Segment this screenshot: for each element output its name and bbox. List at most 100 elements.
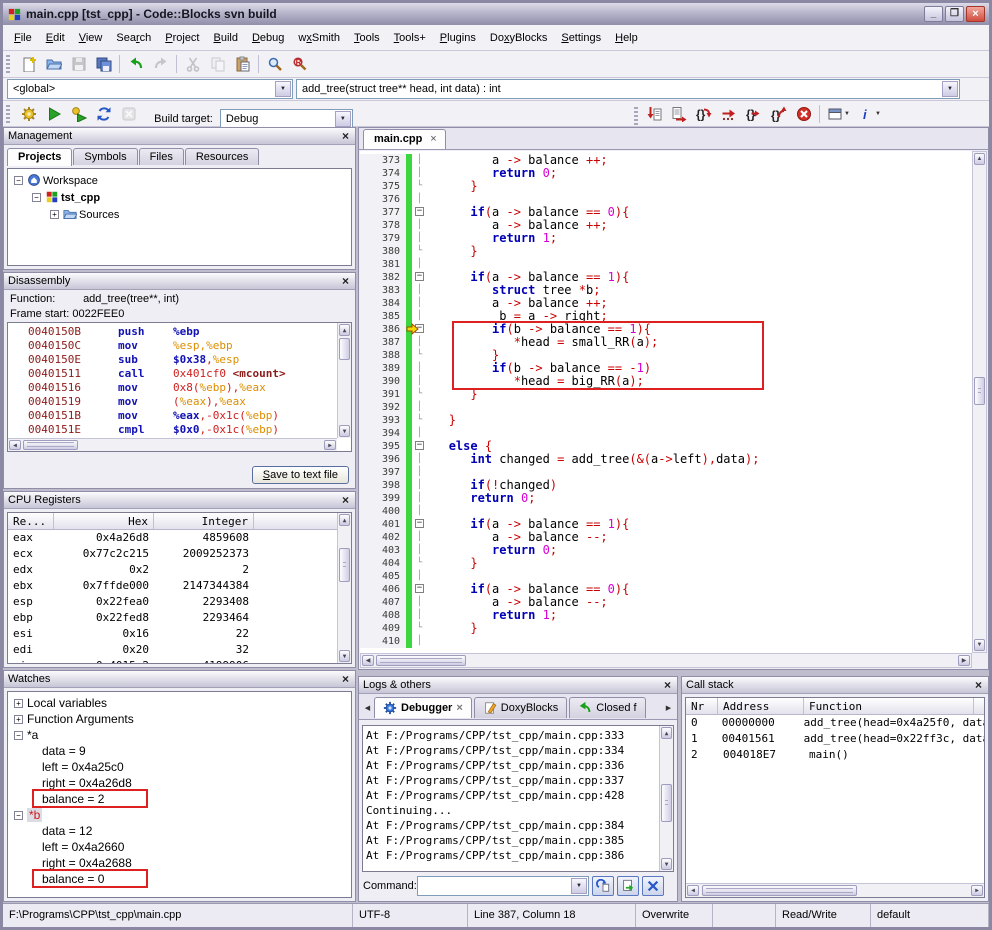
copy-button[interactable] bbox=[205, 53, 230, 76]
log-tab-doxyblocks[interactable]: DoxyBlocks bbox=[474, 697, 567, 718]
collapse-icon[interactable]: − bbox=[14, 731, 23, 740]
line-number[interactable]: 400 bbox=[360, 505, 406, 518]
menu-item-edit[interactable]: Edit bbox=[39, 29, 72, 47]
cpu-registers-vscrollbar[interactable]: ▲ ▼ bbox=[337, 513, 351, 663]
fold-margin[interactable]: − bbox=[412, 206, 427, 219]
build-target-combobox[interactable]: Debug ▼ bbox=[220, 109, 353, 129]
open-button[interactable] bbox=[41, 53, 66, 76]
watch-item-data[interactable]: data = 12 bbox=[8, 823, 351, 839]
fold-margin[interactable]: │ bbox=[412, 505, 427, 518]
fold-margin[interactable]: │ bbox=[412, 427, 427, 440]
line-number[interactable]: 392 bbox=[360, 401, 406, 414]
watch-item-Function[interactable]: +Function Arguments bbox=[8, 711, 351, 727]
register-row[interactable]: ebp0x22fed82293464 bbox=[8, 610, 351, 626]
menu-item-debug[interactable]: Debug bbox=[245, 29, 291, 47]
expand-icon[interactable]: + bbox=[50, 210, 59, 219]
expand-icon[interactable]: + bbox=[14, 699, 23, 708]
call-stack-column-address[interactable]: Address bbox=[718, 698, 804, 714]
menu-item-plugins[interactable]: Plugins bbox=[433, 29, 483, 47]
tree-item-sources[interactable]: +Sources bbox=[8, 206, 351, 223]
line-number[interactable]: 407 bbox=[360, 596, 406, 609]
call-stack-table[interactable]: NrAddressFunction 000000000add_tree(head… bbox=[685, 697, 985, 898]
watch-item-data[interactable]: data = 9 bbox=[8, 743, 351, 759]
tab-resources[interactable]: Resources bbox=[185, 148, 260, 165]
line-number[interactable]: 404 bbox=[360, 557, 406, 570]
line-number[interactable]: 381 bbox=[360, 258, 406, 271]
close-tab-icon[interactable]: × bbox=[456, 702, 462, 714]
project-tree[interactable]: −Workspace−tst_cpp+Sources bbox=[7, 168, 352, 266]
function-combobox[interactable]: add_tree(struct tree** head, int data) :… bbox=[296, 79, 960, 99]
close-panel-icon[interactable]: × bbox=[340, 494, 351, 506]
register-row[interactable]: esp0x22fea02293408 bbox=[8, 594, 351, 610]
fold-margin[interactable]: │ bbox=[412, 466, 427, 479]
debugging-windows-button[interactable]: ▼ bbox=[823, 102, 854, 125]
collapse-icon[interactable]: − bbox=[14, 811, 23, 820]
fold-margin[interactable]: │ bbox=[412, 310, 427, 323]
tab-symbols[interactable]: Symbols bbox=[73, 148, 137, 165]
save-all-button[interactable] bbox=[91, 53, 116, 76]
line-number[interactable]: 382 bbox=[360, 271, 406, 284]
replace-button[interactable]: R bbox=[287, 53, 312, 76]
fold-margin[interactable]: − bbox=[412, 583, 427, 596]
menu-item-tools[interactable]: Tools bbox=[347, 29, 387, 47]
watches-tree[interactable]: +Local variables+Function Arguments−*ada… bbox=[7, 691, 352, 898]
next-instruction-button[interactable] bbox=[716, 102, 741, 125]
fold-margin[interactable]: │ bbox=[412, 219, 427, 232]
fold-margin[interactable]: │ bbox=[412, 596, 427, 609]
fold-margin[interactable]: └ bbox=[412, 349, 427, 362]
toolbar-gripper[interactable] bbox=[634, 107, 638, 125]
disassembly-listing[interactable]: 0040150Bpush%ebp0040150Cmov%esp,%ebp0040… bbox=[7, 322, 352, 452]
fold-margin[interactable]: │ bbox=[412, 297, 427, 310]
line-number[interactable]: 380 bbox=[360, 245, 406, 258]
fold-margin[interactable]: │ bbox=[412, 479, 427, 492]
call-stack-row[interactable]: 100401561add_tree(head=0x22ff3c, data bbox=[686, 731, 984, 747]
command-combobox[interactable]: ▼ bbox=[417, 876, 589, 896]
debugger-refresh-button[interactable] bbox=[592, 876, 614, 896]
line-number[interactable]: 397 bbox=[360, 466, 406, 479]
fold-collapse-icon[interactable]: − bbox=[415, 584, 424, 593]
fold-margin[interactable]: │ bbox=[412, 492, 427, 505]
run-button[interactable] bbox=[41, 102, 66, 125]
menu-item-wxsmith[interactable]: wxSmith bbox=[291, 29, 347, 47]
abort-button[interactable] bbox=[116, 102, 141, 125]
fold-margin[interactable]: │ bbox=[412, 232, 427, 245]
register-row[interactable]: edx0x22 bbox=[8, 562, 351, 578]
close-button[interactable]: × bbox=[966, 6, 985, 22]
line-number[interactable]: 387 bbox=[360, 336, 406, 349]
line-number[interactable]: 390 bbox=[360, 375, 406, 388]
log-tab-debugger[interactable]: Debugger× bbox=[374, 697, 472, 718]
fold-margin[interactable]: │ bbox=[412, 362, 427, 375]
tree-item-workspace[interactable]: −Workspace bbox=[8, 172, 351, 189]
debugger-log[interactable]: At F:/Programs/CPP/tst_cpp/main.cpp:333A… bbox=[362, 725, 674, 872]
chevron-down-icon[interactable]: ▼ bbox=[571, 878, 587, 894]
new-file-button[interactable] bbox=[16, 53, 41, 76]
watch-item-right[interactable]: right = 0x4a2688 bbox=[8, 855, 351, 871]
call-stack-hscrollbar[interactable]: ◀ ▶ bbox=[686, 883, 984, 897]
redo-button[interactable] bbox=[148, 53, 173, 76]
fold-margin[interactable]: │ bbox=[412, 284, 427, 297]
watch-item-left[interactable]: left = 0x4a25c0 bbox=[8, 759, 351, 775]
call-stack-row[interactable]: 000000000add_tree(head=0x4a25f0, data bbox=[686, 715, 984, 731]
fold-margin[interactable]: │ bbox=[412, 336, 427, 349]
fold-margin[interactable]: └ bbox=[412, 557, 427, 570]
register-column-re[interactable]: Re... bbox=[8, 513, 54, 529]
line-number[interactable]: 399 bbox=[360, 492, 406, 505]
fold-margin[interactable]: │ bbox=[412, 609, 427, 622]
fold-collapse-icon[interactable]: − bbox=[415, 272, 424, 281]
watch-item-balance[interactable]: balance = 0 bbox=[8, 871, 351, 887]
editor-tab-main-cpp[interactable]: main.cpp × bbox=[363, 129, 446, 149]
line-number[interactable]: 375 bbox=[360, 180, 406, 193]
code-editor[interactable]: 373│ a -> balance ++;374│ return 0;375└ … bbox=[360, 151, 972, 653]
call-stack-row[interactable]: 2004018E7main() bbox=[686, 747, 984, 763]
line-number[interactable]: 377 bbox=[360, 206, 406, 219]
menu-item-help[interactable]: Help bbox=[608, 29, 645, 47]
register-row[interactable]: eip0x4015e24199906 bbox=[8, 658, 351, 664]
line-number[interactable]: 401 bbox=[360, 518, 406, 531]
fold-margin[interactable]: │ bbox=[412, 544, 427, 557]
fold-margin[interactable]: │ bbox=[412, 167, 427, 180]
menu-item-settings[interactable]: Settings bbox=[554, 29, 608, 47]
log-vscrollbar[interactable]: ▲ ▼ bbox=[659, 726, 673, 871]
disassembly-hscrollbar[interactable]: ◀ ▶ bbox=[8, 438, 337, 451]
next-line-button[interactable] bbox=[666, 102, 691, 125]
fold-margin[interactable]: └ bbox=[412, 180, 427, 193]
